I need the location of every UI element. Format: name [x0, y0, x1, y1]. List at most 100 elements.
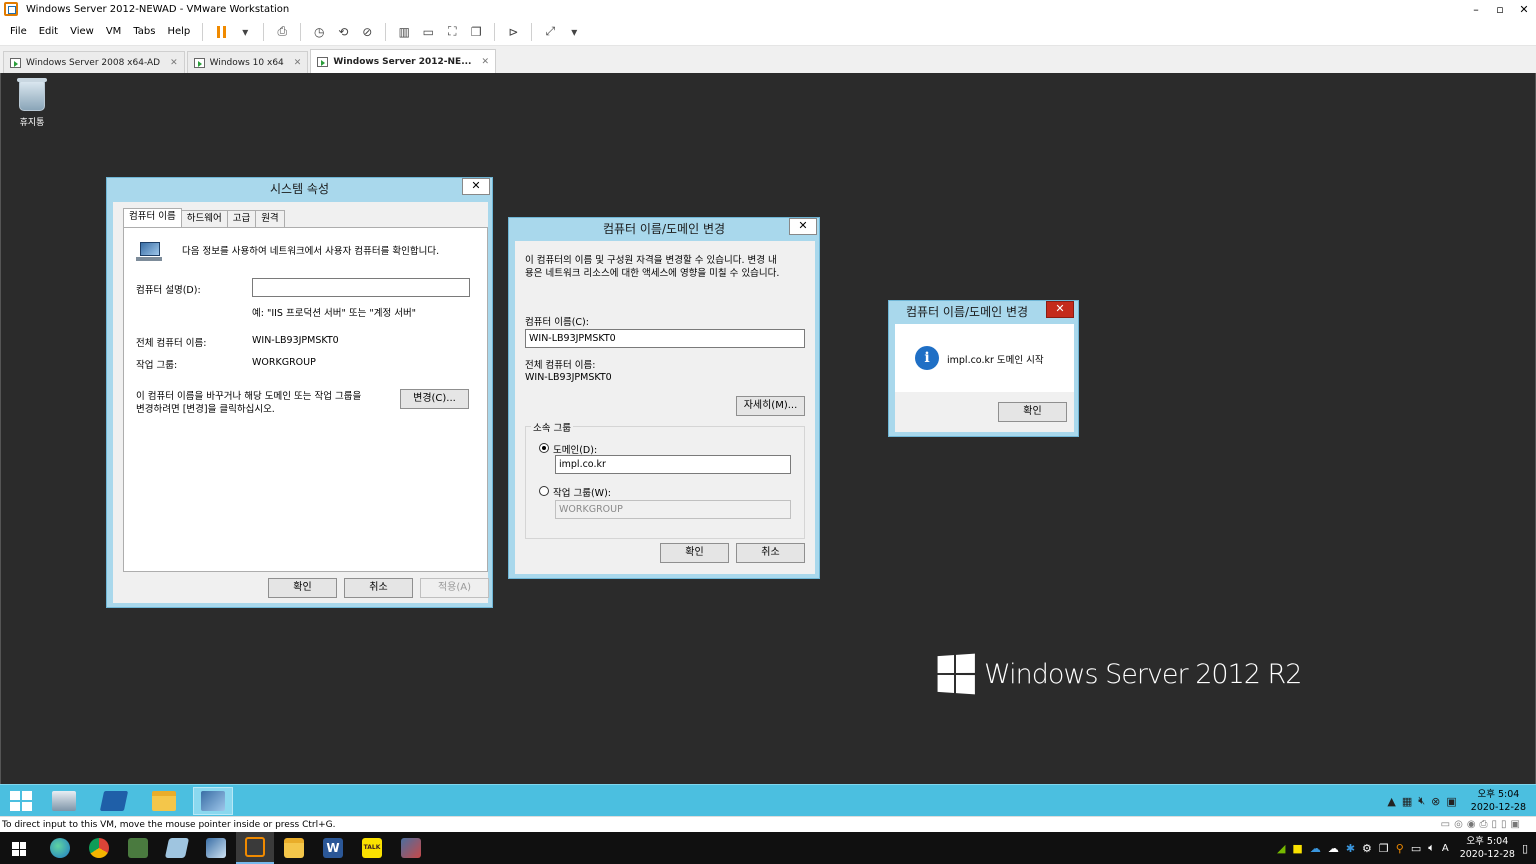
- more-button[interactable]: 자세히(M)...: [736, 396, 805, 416]
- domain-radio[interactable]: [539, 443, 549, 453]
- guest-start-button[interactable]: [10, 791, 32, 811]
- toolbar-separator: [385, 22, 387, 41]
- maximize-button[interactable]: ▫: [1488, 0, 1512, 18]
- server-manager-icon[interactable]: [44, 787, 84, 815]
- edge-icon[interactable]: [41, 832, 79, 864]
- workgroup-input: WORKGROUP: [555, 500, 791, 519]
- system-tool-icon[interactable]: [197, 832, 235, 864]
- ok-button[interactable]: 확인: [660, 543, 729, 563]
- console-view-icon[interactable]: ⊳: [502, 21, 524, 43]
- vm-tab-label: Windows 10 x64: [209, 57, 284, 68]
- search-tray-icon[interactable]: ⚲: [1396, 842, 1404, 855]
- menu-vm[interactable]: VM: [100, 26, 127, 37]
- dialog-body: 이 컴퓨터의 이름 및 구성원 자격을 변경할 수 있습니다. 변경 내 용은 …: [515, 241, 815, 574]
- settings-tray-icon[interactable]: ⚙: [1362, 842, 1372, 855]
- file-explorer-icon[interactable]: [275, 832, 313, 864]
- tab-computer-name[interactable]: 컴퓨터 이름: [123, 208, 182, 227]
- tab-remote[interactable]: 원격: [255, 210, 285, 227]
- ok-button[interactable]: 확인: [998, 402, 1067, 422]
- vm-tab-label: Windows Server 2008 x64-AD: [26, 57, 161, 68]
- cloud-icon[interactable]: ☁: [1328, 842, 1339, 855]
- vmware-workstation-icon[interactable]: [236, 832, 274, 864]
- powershell-icon[interactable]: [94, 787, 134, 815]
- guest-date: 2020-12-28: [1470, 802, 1526, 813]
- stretch-dropdown-icon[interactable]: ▾: [563, 21, 585, 43]
- change-button[interactable]: 변경(C)...: [400, 389, 469, 409]
- domain-input[interactable]: impl.co.kr: [555, 455, 791, 474]
- workgroup-radio[interactable]: [539, 486, 549, 496]
- ok-button[interactable]: 확인: [268, 578, 337, 598]
- snapshot-icon[interactable]: ◷: [308, 21, 330, 43]
- keyboard-layout-icon[interactable]: ▣: [1446, 795, 1456, 808]
- tab-hardware[interactable]: 하드웨어: [180, 210, 228, 227]
- powershell-ise-icon[interactable]: [158, 832, 196, 864]
- chrome-icon[interactable]: [80, 832, 118, 864]
- tray-expand-icon[interactable]: ▲: [1387, 795, 1395, 808]
- thumbnail-bar-icon[interactable]: ▭: [417, 21, 439, 43]
- host-clock[interactable]: 오후 5:04 2020-12-28: [1460, 835, 1515, 861]
- device-status-icons[interactable]: ▭◎◉⎙▯▯▣: [1441, 817, 1524, 833]
- copy-tray-icon[interactable]: ❐: [1379, 842, 1389, 855]
- snapshot-manager-icon[interactable]: ⊘: [356, 21, 378, 43]
- menu-file[interactable]: File: [4, 26, 33, 37]
- close-button[interactable]: ✕: [462, 178, 490, 195]
- close-button[interactable]: ✕: [1046, 301, 1074, 318]
- volume-muted-icon[interactable]: 🔇︎: [1418, 794, 1425, 808]
- volume-icon[interactable]: 🔈︎: [1428, 841, 1435, 855]
- word-icon[interactable]: W: [314, 832, 352, 864]
- send-ctrl-alt-del-icon[interactable]: ⎙: [271, 21, 293, 43]
- description-input[interactable]: [252, 278, 470, 297]
- network-icon[interactable]: ▦: [1402, 795, 1412, 808]
- input-indicator[interactable]: A: [1442, 843, 1449, 854]
- menu-edit[interactable]: Edit: [33, 26, 64, 37]
- vmware-status-bar: To direct input to this VM, move the mou…: [0, 816, 1536, 832]
- pause-button[interactable]: [210, 21, 232, 43]
- cancel-button[interactable]: 취소: [736, 543, 805, 563]
- menu-help[interactable]: Help: [161, 26, 196, 37]
- host-time: 오후 5:04: [1466, 836, 1509, 847]
- tab-advanced[interactable]: 고급: [226, 210, 257, 227]
- menu-view[interactable]: View: [64, 26, 100, 37]
- vmware-menubar: File Edit View VM Tabs Help ▾ ⎙ ◷ ⟲ ⊘ ▥ …: [0, 18, 1536, 46]
- recycle-bin[interactable]: 휴지통: [11, 78, 53, 128]
- domain-label: 도메인(D):: [553, 445, 598, 456]
- branding-text: Windows Server 2012 R2: [984, 658, 1302, 690]
- vm-tab[interactable]: Windows 10 x64 ✕: [186, 51, 309, 73]
- onedrive-icon[interactable]: ☁: [1310, 842, 1321, 855]
- vm-tab-active[interactable]: Windows Server 2012-NE... ✕: [310, 49, 497, 73]
- host-date: 2020-12-28: [1459, 849, 1515, 860]
- cancel-button[interactable]: 취소: [344, 578, 413, 598]
- kakaotalk-icon[interactable]: TALK: [353, 832, 391, 864]
- stretch-guest-icon[interactable]: ⤢: [539, 21, 561, 43]
- power-dropdown-icon[interactable]: ▾: [234, 21, 256, 43]
- guest-clock[interactable]: 오후 5:04 2020-12-28: [1471, 788, 1526, 814]
- revert-snapshot-icon[interactable]: ⟲: [332, 21, 354, 43]
- file-explorer-icon[interactable]: [144, 787, 184, 815]
- library-view-icon[interactable]: ▥: [393, 21, 415, 43]
- bluetooth-icon[interactable]: ✱: [1346, 842, 1355, 855]
- tab-close-icon[interactable]: ✕: [294, 58, 302, 68]
- minimize-button[interactable]: –: [1464, 0, 1488, 18]
- vm-tab[interactable]: Windows Server 2008 x64-AD ✕: [3, 51, 185, 73]
- close-button[interactable]: ✕: [789, 218, 817, 235]
- message-footer: 확인: [895, 392, 1074, 432]
- notification-icon[interactable]: ▯: [1522, 842, 1528, 855]
- host-start-button[interactable]: [12, 842, 26, 856]
- tab-close-icon[interactable]: ✕: [170, 58, 178, 68]
- tab-close-icon[interactable]: ✕: [481, 57, 489, 67]
- remote-tool-icon[interactable]: [392, 832, 430, 864]
- network-icon[interactable]: ▭: [1411, 842, 1421, 855]
- full-name-label: 전체 컴퓨터 이름:: [525, 360, 596, 371]
- menu-tabs[interactable]: Tabs: [127, 26, 161, 37]
- vmware-tool-icon[interactable]: [119, 832, 157, 864]
- kakao-tray-icon[interactable]: ■: [1292, 842, 1302, 855]
- fullscreen-icon[interactable]: ⛶: [441, 21, 463, 43]
- close-window-button[interactable]: ✕: [1512, 0, 1536, 18]
- unity-icon[interactable]: ❐: [465, 21, 487, 43]
- system-properties-task-icon[interactable]: [193, 787, 233, 815]
- nvidia-icon[interactable]: ◢: [1277, 842, 1285, 855]
- host-system-tray: ◢ ■ ☁ ☁ ✱ ⚙ ❐ ⚲ ▭ 🔈︎ A 오후 5:04 2020-12-2…: [1277, 832, 1528, 864]
- recycle-bin-label: 휴지통: [19, 118, 45, 128]
- computer-name-input[interactable]: WIN-LB93JPMSKT0: [525, 329, 805, 348]
- action-center-icon[interactable]: ⊗: [1431, 795, 1440, 808]
